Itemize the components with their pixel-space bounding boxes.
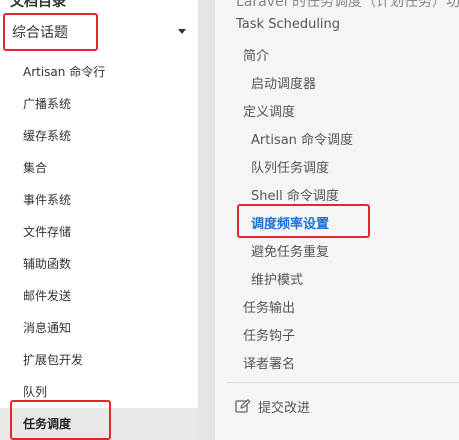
toc-item-task-output[interactable]: 任务输出 [243, 297, 295, 316]
sidebar-item-queues[interactable]: 队列 [0, 376, 198, 408]
sidebar-item-helpers[interactable]: 辅助函数 [0, 248, 198, 280]
edit-icon [235, 399, 251, 413]
toc-item-artisan-commands[interactable]: Artisan 命令调度 [251, 129, 353, 148]
sidebar-item-scheduling[interactable]: 任务调度 [0, 408, 198, 440]
sidebar-item-collections[interactable]: 集合 [0, 152, 198, 184]
sidebar-list: Artisan 命令行 广播系统 缓存系统 集合 事件系统 文件存储 辅助函数 … [0, 56, 198, 440]
toc-item-preventing-overlaps[interactable]: 避免任务重复 [251, 241, 329, 260]
sidebar-item-notifications[interactable]: 消息通知 [0, 312, 198, 344]
toc-page-title[interactable]: Task Scheduling [236, 17, 340, 32]
toc-item-defining-schedules[interactable]: 定义调度 [243, 101, 295, 120]
sidebar-item-filesystem[interactable]: 文件存储 [0, 216, 198, 248]
section-header-label: 综合话题 [12, 25, 68, 41]
sidebar-gutter [198, 0, 215, 440]
toc-item-intro[interactable]: 简介 [243, 45, 269, 64]
toc-item-queued-jobs[interactable]: 队列任务调度 [251, 157, 329, 176]
sidebar-item-events[interactable]: 事件系统 [0, 184, 198, 216]
section-header-topics[interactable]: 综合话题 [0, 14, 198, 48]
sidebar-item-broadcasting[interactable]: 广播系统 [0, 88, 198, 120]
sidebar-title: 文档目录 [10, 0, 66, 10]
toc-item-starting-scheduler[interactable]: 启动调度器 [251, 73, 316, 92]
sidebar-item-artisan[interactable]: Artisan 命令行 [0, 56, 198, 88]
sidebar-item-mail[interactable]: 邮件发送 [0, 280, 198, 312]
caret-down-icon [178, 29, 186, 34]
toc-item-task-hooks[interactable]: 任务钩子 [243, 325, 295, 344]
toc-item-translator[interactable]: 译者署名 [243, 353, 295, 372]
toc-panel: Laravel 的任务调度（计划任务）功能 Task Scheduling 简介… [215, 0, 459, 440]
toc-item-maintenance-mode[interactable]: 维护模式 [251, 269, 303, 288]
sidebar-item-packages[interactable]: 扩展包开发 [0, 344, 198, 376]
toc-item-frequency-options[interactable]: 调度频率设置 [251, 213, 329, 232]
suggest-improvement-label: 提交改进 [258, 401, 311, 416]
toc-divider [227, 382, 459, 383]
toc-cut-title: Laravel 的任务调度（计划任务）功能 [236, 0, 459, 10]
toc-item-shell-commands[interactable]: Shell 命令调度 [251, 185, 339, 204]
page-root: 文档目录 综合话题 Artisan 命令行 广播系统 缓存系统 集合 事件系统 … [0, 0, 459, 440]
sidebar-item-cache[interactable]: 缓存系统 [0, 120, 198, 152]
docs-sidebar: 文档目录 综合话题 Artisan 命令行 广播系统 缓存系统 集合 事件系统 … [0, 0, 198, 440]
